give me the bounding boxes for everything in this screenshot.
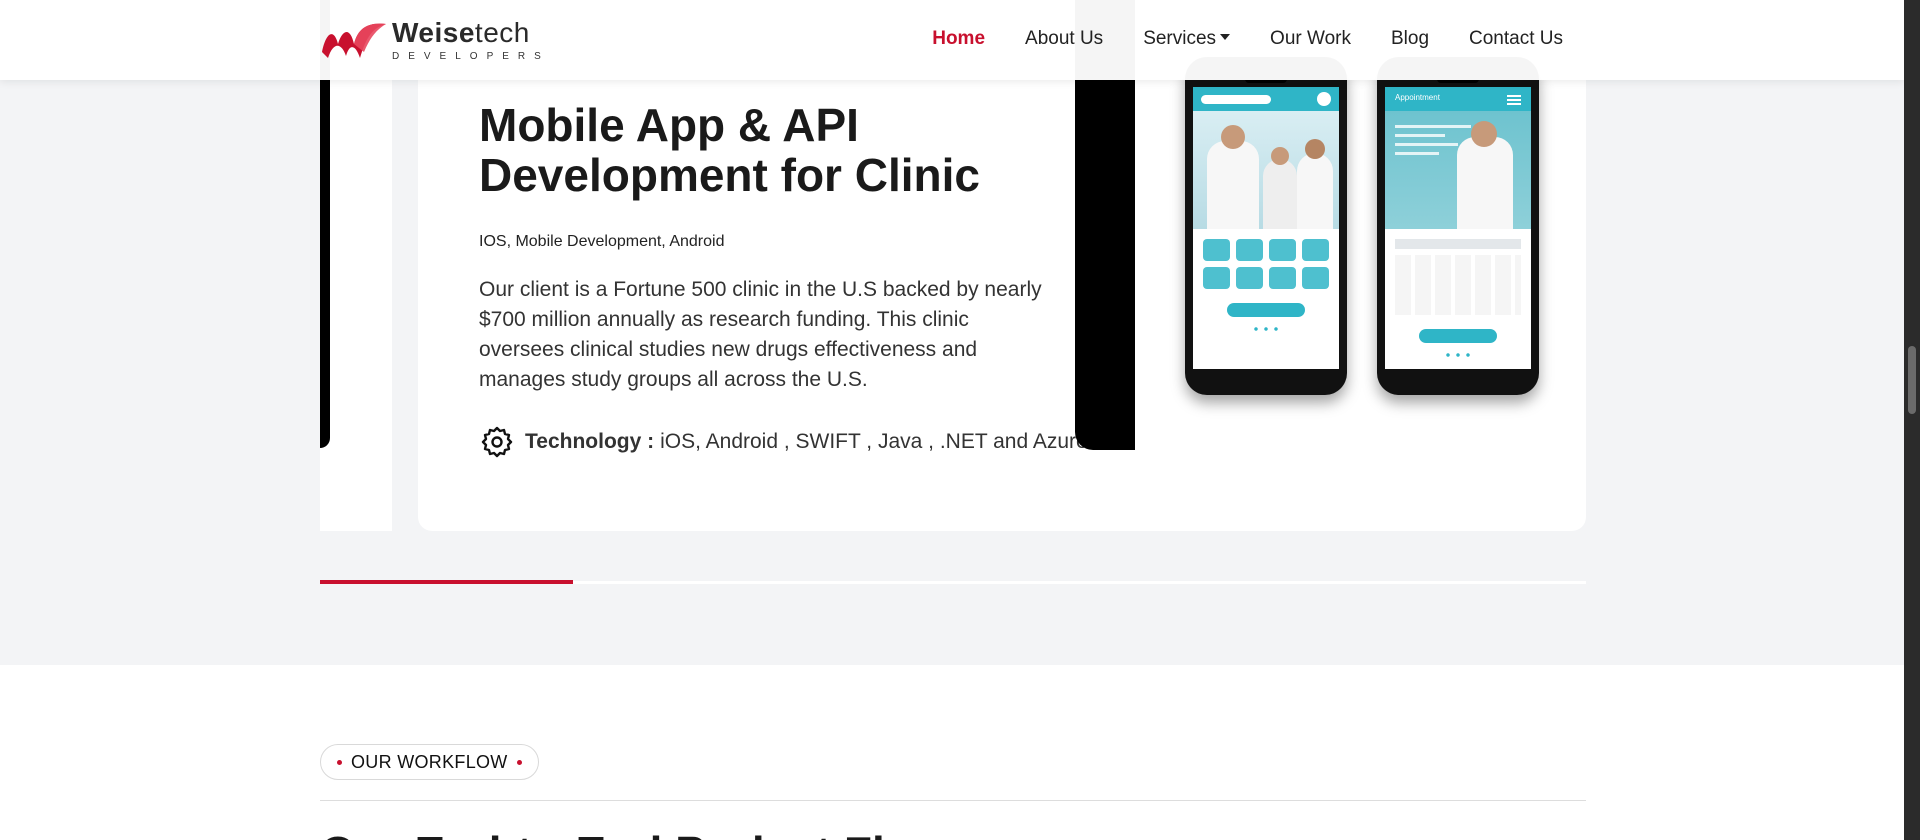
technology-label: Technology : [525, 430, 655, 453]
logo-mark-icon [322, 23, 386, 58]
app-feature-grid [1193, 229, 1339, 289]
bullet-dot [337, 759, 342, 765]
main-nav: Home About Us Services Our Work Blog Con… [912, 28, 1563, 50]
nav-about-us[interactable]: About Us [1005, 28, 1123, 50]
phone-mockup-home [1185, 57, 1347, 395]
slide-tags: IOS, Mobile Development, Android [479, 233, 725, 250]
slide-description: Our client is a Fortune 500 clinic in th… [479, 278, 1042, 391]
section-label-pill: OUR WORKFLOW [320, 744, 539, 780]
technology-row: Technology : iOS, Android , SWIFT , Java… [479, 424, 1088, 460]
app-calendar-button [1227, 303, 1305, 317]
nav-contact-us[interactable]: Contact Us [1449, 28, 1563, 50]
technology-value: iOS, Android , SWIFT , Java , .NET and A… [660, 430, 1088, 453]
phone-screen [1193, 87, 1339, 369]
phone-screen: Appointment [1385, 87, 1531, 369]
nav-our-work[interactable]: Our Work [1250, 28, 1371, 50]
page-scrollbar[interactable] [1904, 0, 1920, 840]
app-page-dots [1443, 353, 1473, 357]
nav-home[interactable]: Home [912, 28, 1005, 50]
chevron-down-icon [1220, 33, 1231, 40]
nav-services[interactable]: Services [1123, 28, 1250, 50]
doctors-photo [1193, 111, 1339, 229]
gear-icon [481, 426, 513, 458]
nav-blog[interactable]: Blog [1371, 28, 1449, 50]
bullet-dot [516, 759, 522, 765]
app-header-title: Appointment [1395, 93, 1440, 102]
logo-name-bold: Weise [392, 16, 475, 48]
menu-icon [1507, 95, 1521, 97]
section-label: OUR WORKFLOW [351, 751, 508, 772]
scrollbar-thumb[interactable] [1908, 346, 1916, 414]
user-icon [1317, 92, 1331, 106]
section-heading: Our End-to-End Project Flow [320, 826, 949, 840]
section-divider [320, 800, 1586, 801]
slide-title: Mobile App & API Development for Clinic [479, 99, 980, 201]
nav-services-label: Services [1143, 28, 1217, 49]
calendar-header [1395, 239, 1521, 249]
site-header: Weisetech DEVELOPERS Home About Us Servi… [0, 0, 1904, 80]
app-search-bar [1201, 95, 1271, 104]
slider-progress-fill [320, 580, 574, 584]
app-header-bar: Appointment [1385, 87, 1531, 111]
calendar-grid [1395, 255, 1521, 315]
logo-name-light: tech [474, 16, 530, 48]
app-page-dots [1251, 327, 1281, 331]
logo-tagline: DEVELOPERS [392, 50, 550, 62]
app-header-bar [1193, 87, 1339, 111]
app-get-started-button [1419, 329, 1497, 343]
phone-mockup-appointment: Appointment [1377, 57, 1539, 395]
doctor-photo [1385, 111, 1531, 229]
logo[interactable]: Weisetech DEVELOPERS [320, 18, 550, 62]
